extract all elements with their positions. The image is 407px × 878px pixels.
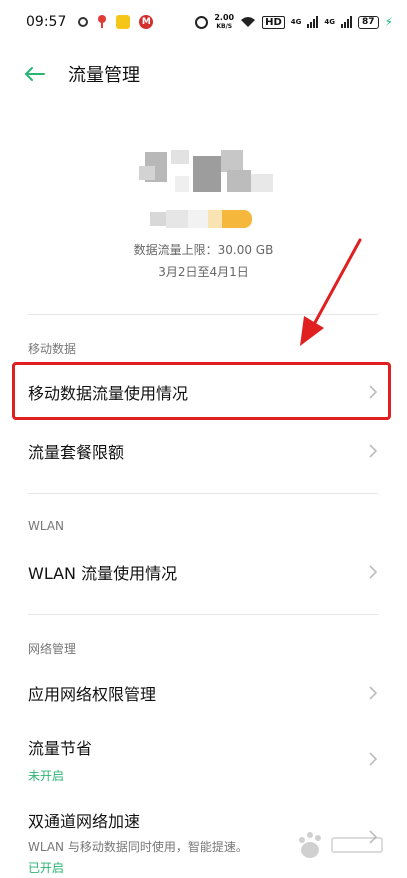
alarm-icon <box>195 15 209 29</box>
hd-badge: HD <box>262 15 285 29</box>
list-item-app-network-permissions[interactable]: 应用网络权限管理 <box>14 664 394 722</box>
charging-bolt-icon: ⚡ <box>384 15 393 29</box>
app-m-icon: M <box>139 15 154 29</box>
section-label-network: 网络管理 <box>28 642 77 656</box>
list-item-title: WLAN 流量使用情况 <box>28 564 178 583</box>
battery-indicator: 87 <box>358 15 379 29</box>
signal-2-icon <box>341 16 353 28</box>
list-item-data-saver[interactable]: 流量节省 未开启 <box>14 730 394 788</box>
back-button[interactable] <box>4 54 64 94</box>
location-dot-icon <box>78 17 89 27</box>
data-saver-status: 未开启 <box>28 768 65 783</box>
wifi-icon <box>241 17 256 27</box>
carrier-name-redacted <box>135 148 280 196</box>
list-item-title: 流量节省 <box>28 738 93 758</box>
chevron-right-icon <box>369 444 378 458</box>
network-speed: 2.00 KB/S <box>214 12 235 31</box>
chevron-right-icon <box>369 752 378 766</box>
divider <box>28 614 378 615</box>
mail-app-icon <box>116 15 131 29</box>
network-type-2: 4G <box>324 18 336 26</box>
page-title: 流量管理 <box>68 65 140 86</box>
speed-unit: KB/S <box>216 22 233 30</box>
list-item-data-plan-limit[interactable]: 流量套餐限额 <box>14 422 394 480</box>
list-item-wlan-usage[interactable]: WLAN 流量使用情况 <box>14 543 394 601</box>
chevron-right-icon <box>369 565 378 579</box>
divider <box>28 493 378 494</box>
list-item-title: 应用网络权限管理 <box>28 685 157 704</box>
status-time: 09:57 <box>26 14 67 30</box>
list-item-title: 流量套餐限额 <box>28 443 125 462</box>
annotation-arrow <box>300 238 362 346</box>
watermark-logo <box>299 832 383 858</box>
usage-progress-redacted <box>150 210 256 228</box>
notification-icons: M <box>78 15 154 29</box>
network-type-1: 4G <box>290 18 302 26</box>
chevron-right-icon <box>369 686 378 700</box>
signal-1-icon <box>307 16 319 28</box>
highlight-annotation-box <box>12 362 391 420</box>
back-arrow-icon <box>25 67 45 81</box>
status-bar: 09:57 M 2.00 KB/S HD 4G 4G 87 ⚡ <box>0 0 407 44</box>
section-label-wlan: WLAN <box>28 519 65 533</box>
map-pin-icon <box>97 15 107 29</box>
status-right-icons: 2.00 KB/S HD 4G 4G 87 ⚡ <box>195 12 393 31</box>
app-header: 流量管理 <box>0 54 407 94</box>
speed-value: 2.00 <box>214 12 235 22</box>
section-label-mobile-data: 移动数据 <box>28 342 77 356</box>
